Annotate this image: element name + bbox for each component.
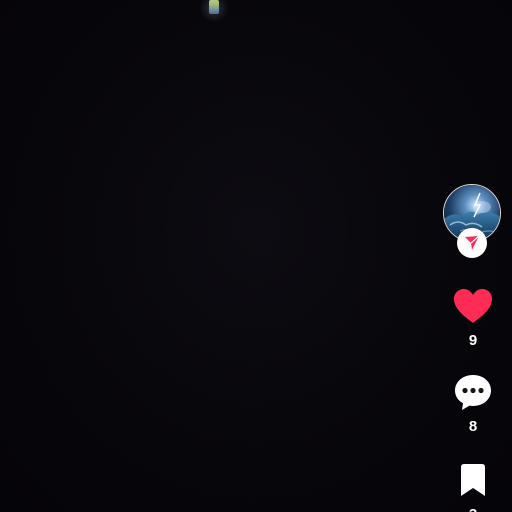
like-button[interactable] [451, 284, 495, 328]
comment-count: 8 [468, 418, 478, 435]
send-arrow-icon [465, 235, 480, 250]
like-action[interactable]: 9 [440, 284, 506, 350]
video-player[interactable]: 9 8 3 [0, 0, 512, 512]
heart-icon [454, 289, 492, 323]
creator-avatar-group [443, 184, 503, 258]
bookmark-count: 3 [469, 506, 477, 512]
comment-button[interactable] [451, 370, 495, 414]
bookmark-action[interactable]: 3 [440, 458, 506, 512]
video-light-spot [199, 0, 229, 22]
comment-bubble-icon [455, 375, 491, 410]
bookmark-button[interactable] [451, 458, 495, 502]
follow-badge[interactable] [457, 228, 487, 258]
action-sidebar: 9 8 3 [440, 182, 506, 512]
like-count: 9 [468, 332, 478, 349]
bookmark-icon [461, 464, 485, 496]
comment-action[interactable]: 8 [440, 370, 506, 436]
